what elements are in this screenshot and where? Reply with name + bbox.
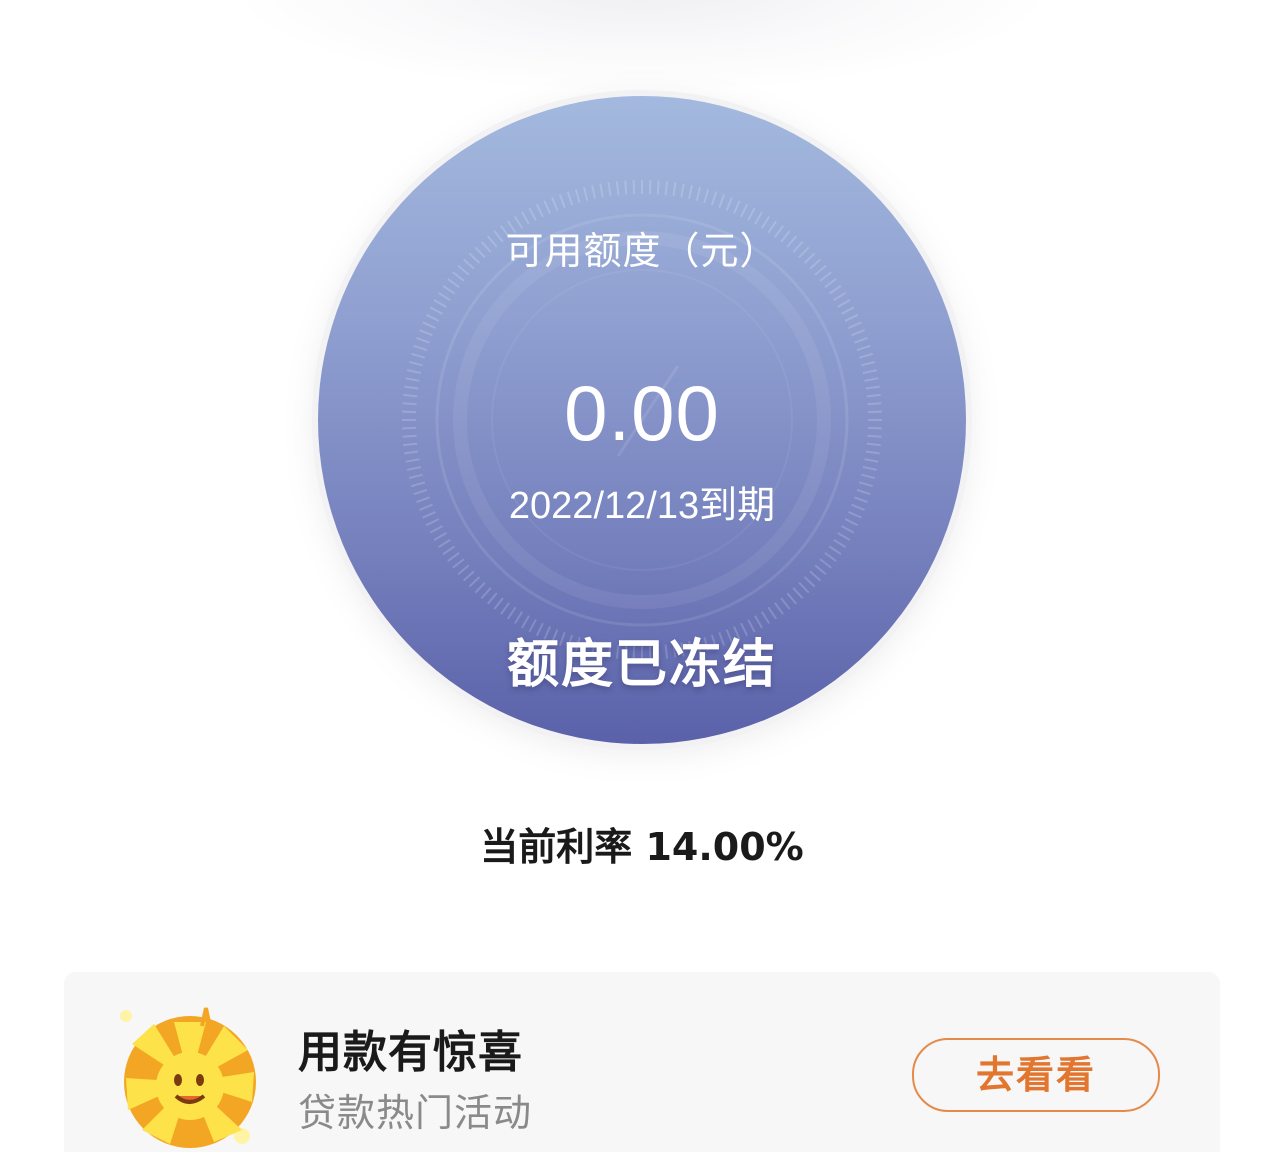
dial-tick: [582, 186, 589, 201]
dial-tick: [429, 306, 443, 315]
dial-tick: [615, 181, 620, 196]
dial-tick: [599, 183, 604, 198]
dial-tick: [848, 321, 862, 329]
dial-tick: [833, 291, 847, 302]
dial-tick: [814, 564, 827, 576]
dial-tick: [792, 587, 804, 600]
dial-tick: [809, 570, 822, 582]
dial-tick: [447, 552, 460, 562]
credit-page: 可用额度（元） 0.00 2022/12/13到期 额度已冻结 当前利率 14.…: [0, 0, 1284, 1152]
dial-tick: [862, 466, 877, 471]
dial-tick: [858, 352, 873, 359]
dial-tick: [688, 185, 693, 200]
dial-tick: [558, 194, 566, 208]
dial-tick: [551, 197, 559, 211]
dial-tick: [480, 587, 492, 600]
dial-tick: [405, 458, 420, 463]
dial-tick: [672, 182, 677, 197]
dial-tick: [442, 545, 456, 556]
dial-tick: [740, 203, 749, 218]
top-glow: [240, 0, 1044, 90]
dial-tick: [468, 576, 481, 588]
dial-tick: [500, 602, 510, 615]
dial-tick: [624, 180, 628, 195]
dial-tick: [664, 181, 669, 196]
dial-tick: [824, 278, 837, 288]
dial-tick: [841, 306, 855, 315]
dial-tick: [437, 291, 451, 302]
dial-tick: [856, 344, 871, 352]
credit-circle[interactable]: 可用额度（元） 0.00 2022/12/13到期 额度已冻结: [318, 96, 966, 744]
dial-tick: [535, 203, 544, 218]
dial-tick: [803, 576, 816, 588]
dial-tick: [703, 189, 710, 204]
dial-tick: [457, 564, 470, 576]
dial-tick: [680, 183, 685, 198]
dial-tick: [543, 200, 551, 214]
dial-tick: [566, 191, 574, 206]
available-credit-amount: 0.00: [564, 369, 720, 457]
dial-tick: [710, 191, 718, 206]
dial-tick: [861, 360, 876, 367]
current-rate: 当前利率 14.00%: [480, 825, 804, 869]
dial-tick: [437, 538, 451, 549]
promo-title: 用款有惊喜: [298, 1027, 523, 1078]
dial-tick: [607, 182, 612, 197]
dial-tick: [854, 336, 868, 344]
dial-tick: [419, 329, 433, 337]
dial-tick: [767, 606, 778, 620]
dial-tick: [528, 207, 537, 221]
dial-tick: [433, 532, 447, 541]
dial-tick: [506, 606, 517, 620]
dial-tick: [462, 570, 475, 582]
dial-tick: [828, 545, 842, 556]
dial-tick: [695, 186, 702, 201]
dial-tick: [474, 581, 486, 594]
dial-tick: [656, 180, 660, 195]
credit-expiry-date: 2022/12/13到期: [508, 485, 776, 527]
dial-tick: [824, 552, 837, 562]
dial-tick: [864, 458, 879, 463]
dial-tick: [442, 284, 456, 295]
dial-tick: [422, 321, 436, 329]
dial-tick: [851, 329, 865, 337]
dial-tick: [411, 352, 426, 359]
dial-tick: [486, 592, 498, 605]
dial-tick: [447, 278, 460, 288]
credit-status: 额度已冻结: [506, 635, 777, 695]
dial-tick: [786, 592, 798, 605]
dial-tick: [591, 185, 596, 200]
dial-tick: [819, 558, 832, 569]
dial-tick: [408, 360, 423, 367]
dial-tick: [798, 581, 810, 594]
dial-tick: [837, 299, 851, 308]
dial-tick: [425, 313, 440, 322]
dial-tick: [407, 466, 422, 471]
dial-tick: [733, 200, 741, 214]
dial-tick: [828, 284, 842, 295]
dial-tick: [780, 597, 791, 610]
dial-tick: [725, 197, 733, 211]
sun-mascot-icon: [120, 1007, 256, 1148]
available-credit-label: 可用额度（元）: [505, 229, 779, 273]
dial-tick: [747, 207, 756, 221]
promo-card[interactable]: 用款有惊喜 贷款热门活动 去看看: [64, 972, 1220, 1152]
dial-tick: [413, 344, 428, 352]
dial-tick: [493, 597, 504, 610]
dial-tick: [844, 313, 859, 322]
dial-tick: [837, 532, 851, 541]
dial-tick: [774, 602, 784, 615]
dial-tick: [452, 558, 465, 569]
dial-tick: [416, 336, 430, 344]
dial-tick: [718, 194, 726, 208]
dial-tick: [433, 299, 447, 308]
view-promo-button[interactable]: 去看看: [912, 1038, 1160, 1112]
dial-tick: [833, 538, 847, 549]
dial-tick: [574, 189, 581, 204]
promo-subtitle: 贷款热门活动: [298, 1091, 533, 1135]
